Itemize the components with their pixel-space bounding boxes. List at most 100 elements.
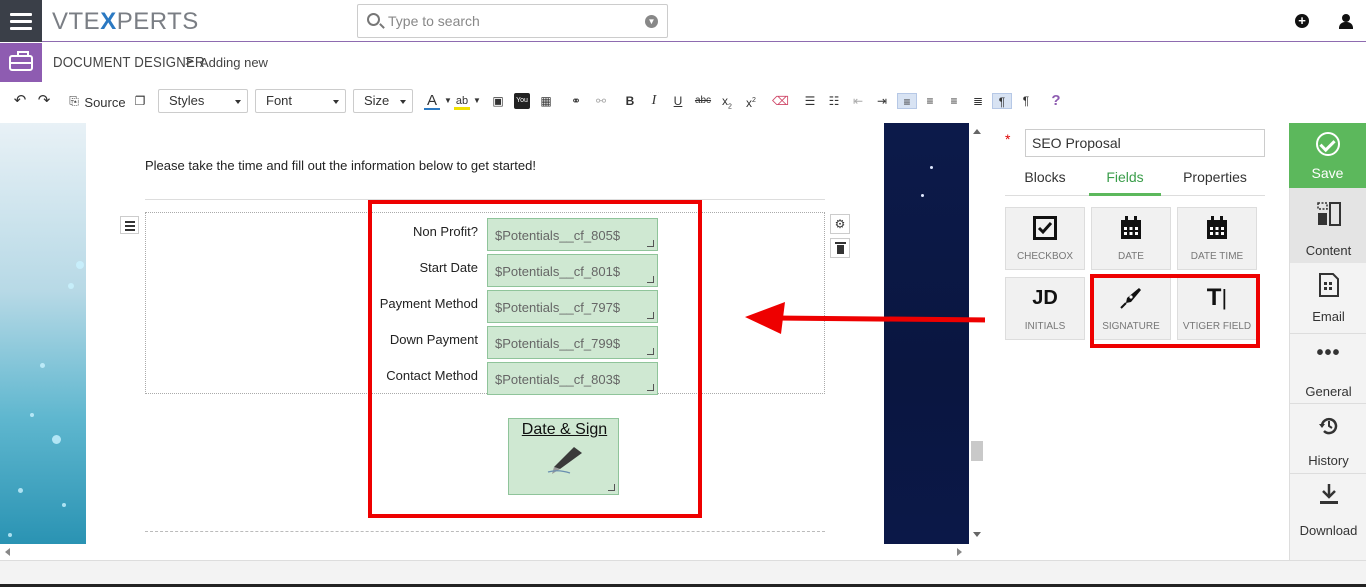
indent-icon[interactable]: ⇥ xyxy=(874,93,890,109)
eraser-icon[interactable]: ⌫ xyxy=(772,93,789,109)
tab-fields[interactable]: Fields xyxy=(1089,167,1161,195)
right-action-rail: Content Email ••• General History Downlo… xyxy=(1289,123,1366,560)
justify-icon[interactable]: ≣ xyxy=(970,93,986,109)
numbered-list-icon[interactable]: ☰ xyxy=(802,93,818,109)
block-delete-trash-icon[interactable] xyxy=(830,238,850,258)
general-label: General xyxy=(1305,384,1352,399)
hamburger-menu-icon[interactable] xyxy=(0,0,42,42)
scroll-down-icon[interactable] xyxy=(973,532,981,537)
required-marker: * xyxy=(1005,131,1011,147)
download-label: Download xyxy=(1299,523,1358,538)
field-tile-date[interactable]: DATE xyxy=(1091,207,1171,270)
content-button[interactable]: Content xyxy=(1290,188,1366,263)
field-tile-date-time[interactable]: DATE TIME xyxy=(1177,207,1257,270)
tile-label: CHECKBOX xyxy=(1016,251,1074,262)
redo-icon[interactable]: ↷ xyxy=(36,93,52,109)
calendar-icon xyxy=(1092,216,1170,245)
history-icon xyxy=(1319,417,1338,435)
scroll-thumb[interactable] xyxy=(971,441,983,461)
unlink-icon[interactable]: ⚯ xyxy=(593,93,609,109)
scroll-up-icon[interactable] xyxy=(973,129,981,134)
highlight-color-icon[interactable]: ab xyxy=(454,93,470,110)
source-button[interactable]: Source xyxy=(84,91,125,113)
block-drag-handle-icon[interactable] xyxy=(120,216,139,234)
initials-icon: JD xyxy=(1032,287,1058,309)
top-bar: VTEXPERTS ▼ + xyxy=(0,0,1366,42)
save-button[interactable]: Save xyxy=(1289,123,1366,188)
tile-label: DATE TIME xyxy=(1190,251,1244,262)
underline-button[interactable]: U xyxy=(670,93,686,109)
template-name-input[interactable] xyxy=(1025,129,1265,157)
annotation-arrow-icon xyxy=(745,302,992,334)
more-dots-icon: ••• xyxy=(1316,342,1341,364)
email-button[interactable]: Email xyxy=(1290,263,1366,333)
download-button[interactable]: Download xyxy=(1290,473,1366,543)
outdent-icon[interactable]: ⇤ xyxy=(850,93,866,109)
youtube-icon[interactable]: You xyxy=(514,93,530,109)
content-layout-icon xyxy=(1317,202,1341,226)
help-icon[interactable]: ? xyxy=(1048,93,1064,109)
highlight-dropdown-icon[interactable]: ▼ xyxy=(469,93,485,109)
size-dropdown[interactable]: Size xyxy=(353,89,413,113)
align-left-icon[interactable]: ≡ xyxy=(897,93,917,109)
scroll-left-icon[interactable] xyxy=(5,548,10,556)
left-background-decoration xyxy=(0,123,86,544)
tile-label: INITIALS xyxy=(1024,321,1066,332)
email-label: Email xyxy=(1312,309,1345,324)
download-icon xyxy=(1320,484,1338,504)
scroll-right-icon[interactable] xyxy=(957,548,962,556)
breadcrumb-separator: > xyxy=(185,53,194,70)
templates-icon[interactable]: ❐ xyxy=(132,93,148,109)
subscript-button[interactable]: x2 xyxy=(719,93,735,110)
user-profile-icon[interactable] xyxy=(1339,14,1353,29)
document-icon xyxy=(1319,273,1339,297)
tab-blocks[interactable]: Blocks xyxy=(1015,167,1075,195)
section-divider xyxy=(145,531,825,532)
undo-icon[interactable]: ↶ xyxy=(12,93,28,109)
content-label: Content xyxy=(1305,243,1352,258)
calendar-icon xyxy=(1178,216,1256,245)
image-icon[interactable]: ▣ xyxy=(490,93,506,109)
align-right-icon[interactable]: ≡ xyxy=(946,93,962,109)
bulleted-list-icon[interactable]: ☷ xyxy=(826,93,842,109)
table-icon[interactable]: ▦ xyxy=(538,93,554,109)
history-button[interactable]: History xyxy=(1290,403,1366,473)
general-button[interactable]: ••• General xyxy=(1290,333,1366,403)
tab-properties[interactable]: Properties xyxy=(1175,167,1255,195)
font-dropdown[interactable]: Font xyxy=(255,89,346,113)
intro-paragraph[interactable]: Please take the time and fill out the in… xyxy=(145,158,536,173)
history-label: History xyxy=(1308,453,1349,468)
check-circle-icon xyxy=(1316,132,1340,156)
block-settings-gear-icon[interactable]: ⚙ xyxy=(830,214,850,234)
italic-button[interactable]: I xyxy=(646,93,662,109)
breadcrumb-page: Adding new xyxy=(200,55,268,70)
field-tile-initials[interactable]: JD INITIALS xyxy=(1005,277,1085,340)
checkbox-icon xyxy=(1006,216,1084,245)
align-center-icon[interactable]: ≡ xyxy=(922,93,938,109)
highlight-frame xyxy=(368,200,702,518)
horizontal-scrollbar[interactable] xyxy=(0,544,969,560)
module-bar: DOCUMENT DESIGNER > Adding new xyxy=(0,43,1366,82)
global-search: ▼ xyxy=(357,4,668,38)
link-icon[interactable]: ⚭ xyxy=(568,93,584,109)
search-input[interactable] xyxy=(388,11,628,31)
source-icon[interactable]: ⎘ xyxy=(66,93,82,109)
bold-button[interactable]: B xyxy=(622,93,638,109)
text-color-icon[interactable]: A xyxy=(424,93,440,110)
editor-toolbar: ↶ ↷ ⎘ Source ❐ Styles Font Size A ▼ ab ▼… xyxy=(0,85,1366,119)
breadcrumb-module[interactable]: DOCUMENT DESIGNER xyxy=(53,54,205,71)
search-dropdown-icon[interactable]: ▼ xyxy=(645,15,658,28)
quick-create-plus-icon[interactable]: + xyxy=(1295,14,1309,28)
strikethrough-button[interactable]: abc xyxy=(694,93,712,109)
active-tab-indicator xyxy=(1089,193,1161,196)
rtl-direction-icon[interactable]: ¶ xyxy=(1018,93,1034,109)
save-label: Save xyxy=(1311,165,1344,181)
briefcase-icon[interactable] xyxy=(0,43,42,82)
tile-label: DATE xyxy=(1118,251,1144,262)
status-strip xyxy=(0,560,1366,587)
app-logo[interactable]: VTEXPERTS xyxy=(52,8,199,36)
styles-dropdown[interactable]: Styles xyxy=(158,89,248,113)
field-tile-checkbox[interactable]: CHECKBOX xyxy=(1005,207,1085,270)
ltr-direction-icon[interactable]: ¶ xyxy=(992,93,1012,109)
superscript-button[interactable]: x2 xyxy=(743,93,759,110)
